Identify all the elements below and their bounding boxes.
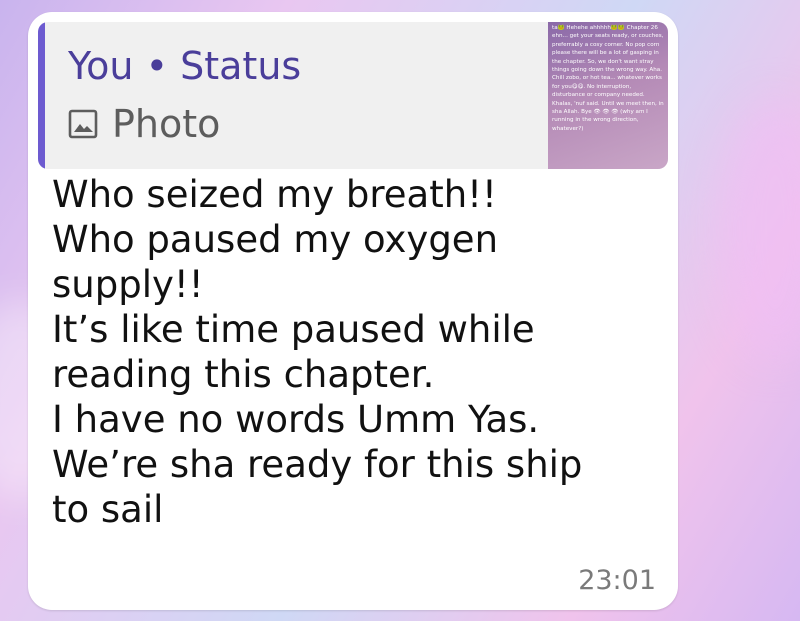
quoted-status-reply[interactable]: You • Status Photo ta🐸 Hehehe ahhhhh🐸🐸 C…: [38, 22, 668, 169]
message-bubble[interactable]: You • Status Photo ta🐸 Hehehe ahhhhh🐸🐸 C…: [28, 12, 678, 610]
quote-media-type: Photo: [68, 102, 220, 146]
message-line: I have no words Umm Yas.: [52, 398, 540, 441]
message-line: We’re sha ready for this ship: [52, 443, 583, 486]
quote-separator: •: [145, 44, 169, 88]
quote-label: Status: [180, 44, 302, 88]
message-text: Who seized my breath!! Who paused my oxy…: [52, 172, 652, 532]
media-type-label: Photo: [112, 102, 221, 146]
message-line: It’s like time paused while: [52, 308, 535, 351]
message-line: Who paused my oxygen: [52, 218, 499, 261]
background-glow: [720, 100, 800, 360]
photo-icon: [68, 109, 98, 139]
quote-sender: You: [68, 44, 134, 88]
message-timestamp: 23:01: [578, 565, 656, 596]
status-thumbnail[interactable]: ta🐸 Hehehe ahhhhh🐸🐸 Chapter 26 ehn... ge…: [548, 22, 668, 169]
message-line: Who seized my breath!!: [52, 173, 497, 216]
thumbnail-text: ta🐸 Hehehe ahhhhh🐸🐸 Chapter 26 ehn... ge…: [552, 25, 664, 132]
quote-header: You • Status: [68, 44, 301, 88]
message-line: to sail: [52, 488, 164, 531]
quote-accent-bar: [38, 22, 45, 169]
message-line: supply!!: [52, 263, 204, 306]
message-line: reading this chapter.: [52, 353, 435, 396]
